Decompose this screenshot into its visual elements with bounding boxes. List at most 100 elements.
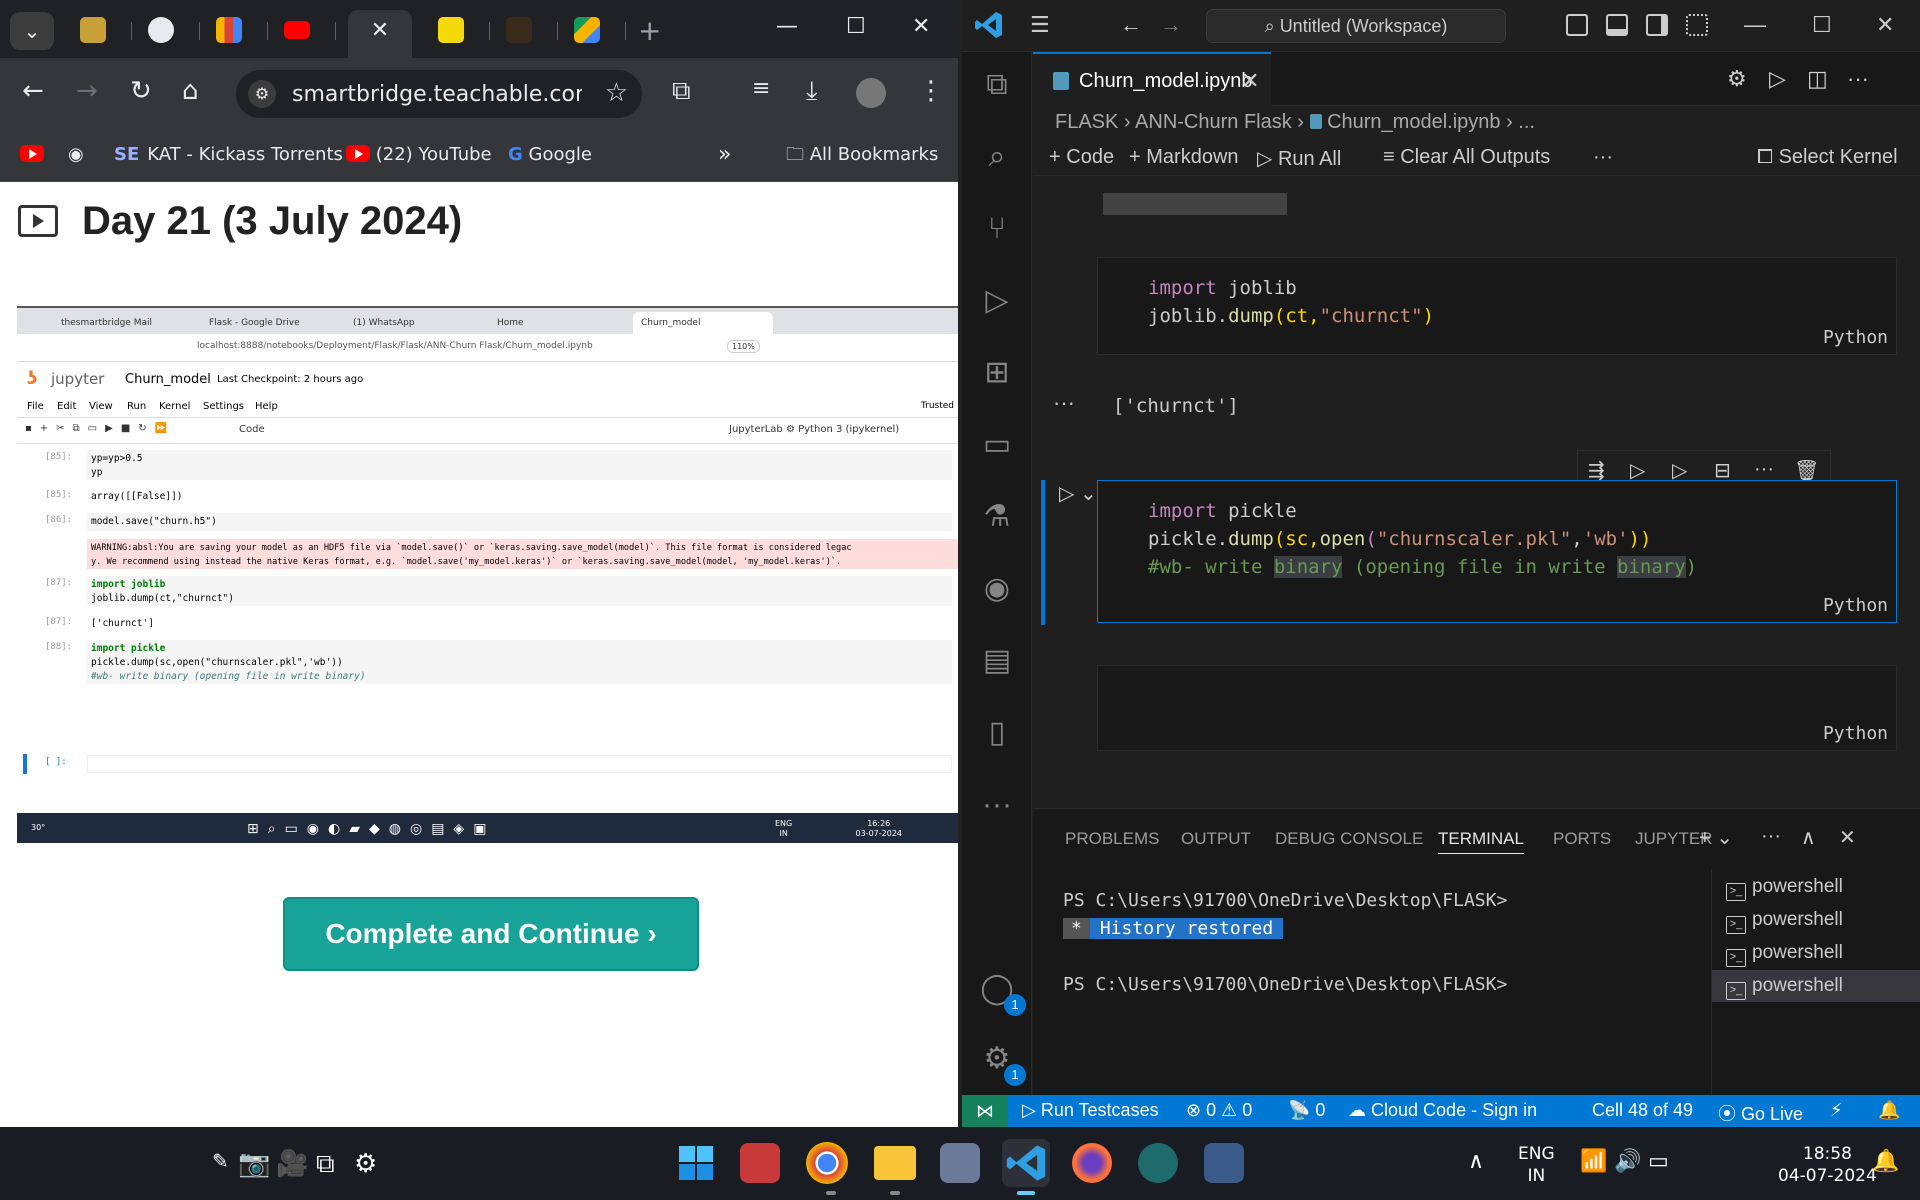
- github-icon[interactable]: ◉: [976, 568, 1018, 610]
- extensions-icon[interactable]: ⧉: [672, 76, 691, 107]
- cell-language[interactable]: Python: [1823, 723, 1888, 744]
- forward-icon[interactable]: →: [1160, 12, 1182, 38]
- split-editor-icon[interactable]: ◫: [1807, 66, 1828, 92]
- breadcrumb-item[interactable]: FLASK: [1055, 111, 1118, 133]
- no-plug-icon[interactable]: ⚡: [1830, 1100, 1843, 1121]
- remote-indicator-icon[interactable]: ⋈: [962, 1095, 1008, 1127]
- output-more-icon[interactable]: ···: [1053, 390, 1075, 416]
- testing-icon[interactable]: ⚗: [976, 496, 1018, 538]
- horizontal-scrollbar[interactable]: [1085, 193, 1909, 215]
- terminal-item-active[interactable]: >_ powershell: [1712, 970, 1920, 1002]
- home-button[interactable]: ⌂: [182, 76, 199, 106]
- tab-problems[interactable]: PROBLEMS: [1065, 829, 1159, 849]
- start-button[interactable]: [672, 1139, 720, 1187]
- chrome-taskbar-icon[interactable]: [806, 1142, 848, 1184]
- browser-tab-2[interactable]: [136, 12, 200, 48]
- forward-button[interactable]: →: [76, 76, 98, 106]
- close-window-button[interactable]: ✕: [1876, 12, 1894, 38]
- terminal-item[interactable]: >_ powershell: [1712, 904, 1920, 936]
- settings-gear-icon[interactable]: ⚙: [354, 1149, 377, 1179]
- minimize-button[interactable]: —: [776, 14, 798, 39]
- terminal-item[interactable]: >_ powershell: [1712, 871, 1920, 903]
- cell-language[interactable]: Python: [1823, 595, 1888, 616]
- add-code-cell-button[interactable]: + Code: [1049, 146, 1114, 169]
- browser-tab-3[interactable]: [204, 12, 268, 48]
- browser-tab-8[interactable]: [562, 12, 626, 48]
- wifi-icon[interactable]: 📶: [1580, 1149, 1607, 1174]
- firefox-icon[interactable]: [1072, 1143, 1112, 1183]
- complete-and-continue-button[interactable]: Complete and Continue ›: [283, 897, 699, 971]
- tab-search-button[interactable]: ⌄: [10, 12, 54, 50]
- tab-output[interactable]: OUTPUT: [1181, 829, 1251, 849]
- breadcrumb-item[interactable]: ...: [1518, 111, 1535, 133]
- volume-icon[interactable]: 🔊: [1614, 1149, 1641, 1174]
- breadcrumb-item[interactable]: ANN-Churn Flask: [1135, 111, 1292, 133]
- jupyter-icon[interactable]: ▤: [976, 640, 1018, 682]
- all-bookmarks[interactable]: 🗀 All Bookmarks: [786, 140, 938, 170]
- tab-ports[interactable]: PORTS: [1553, 829, 1611, 849]
- more-cell-actions-icon[interactable]: ···: [1754, 458, 1774, 481]
- notification-bell-icon[interactable]: 🔔: [1872, 1149, 1899, 1174]
- run-notebook-icon[interactable]: ▷: [1769, 66, 1786, 92]
- more-views-icon[interactable]: ···: [976, 784, 1018, 826]
- file-explorer-icon[interactable]: [874, 1146, 916, 1180]
- back-icon[interactable]: ←: [1120, 12, 1142, 38]
- search-icon[interactable]: ⌕: [976, 136, 1018, 178]
- bookmark-youtube-icon-only[interactable]: [20, 140, 44, 170]
- notebook-settings-icon[interactable]: ⚙: [1727, 66, 1747, 92]
- app-icon-7[interactable]: [1138, 1143, 1178, 1183]
- extensions-icon[interactable]: ⊞: [976, 352, 1018, 394]
- explorer-icon[interactable]: ⧉: [976, 64, 1018, 106]
- windows-switcher-icon[interactable]: ⧉: [316, 1149, 335, 1180]
- remote-explorer-icon[interactable]: ▭: [976, 424, 1018, 466]
- notifications-bell-icon[interactable]: 🔔: [1878, 1100, 1900, 1121]
- add-markdown-cell-button[interactable]: + Markdown: [1129, 146, 1239, 169]
- bookmark-star-icon[interactable]: ☆: [605, 78, 628, 108]
- go-live-button[interactable]: ⦿ Go Live: [1718, 1100, 1803, 1126]
- tab-debug-console[interactable]: DEBUG CONSOLE: [1275, 829, 1423, 849]
- manage-gear-icon[interactable]: ⚙ 1: [976, 1038, 1026, 1086]
- maximize-button[interactable]: ☐: [1812, 12, 1832, 38]
- new-tab-button[interactable]: +: [638, 14, 661, 47]
- scrollbar-thumb[interactable]: [1103, 193, 1287, 215]
- editor-tab-churn-model[interactable]: Churn_model.ipynb ✕: [1033, 52, 1271, 106]
- close-tab-icon[interactable]: ✕: [348, 18, 412, 43]
- media-control-icon[interactable]: ≡: [752, 76, 770, 101]
- toggle-primary-sidebar-icon[interactable]: [1566, 14, 1588, 36]
- language-indicator[interactable]: ENG IN: [1518, 1143, 1555, 1187]
- reload-button[interactable]: ↻: [130, 76, 152, 106]
- clear-all-outputs-button[interactable]: ≡ Clear All Outputs: [1383, 146, 1550, 169]
- new-terminal-icon[interactable]: + ⌄: [1699, 825, 1733, 850]
- toggle-panel-icon[interactable]: [1606, 14, 1628, 36]
- app-icon-1[interactable]: [740, 1143, 780, 1183]
- clock[interactable]: 18:58 04-07-2024: [1778, 1143, 1877, 1187]
- camera-icon[interactable]: 📷: [238, 1149, 270, 1179]
- browser-tab-active[interactable]: ✕: [348, 10, 412, 58]
- bookmarks-overflow-button[interactable]: »: [718, 140, 731, 170]
- panel-more-icon[interactable]: ···: [1761, 825, 1781, 848]
- customize-layout-icon[interactable]: [1686, 14, 1708, 36]
- browser-tab-6[interactable]: [426, 12, 490, 48]
- problems-status[interactable]: ⊗ 0 ⚠ 0: [1186, 1100, 1252, 1121]
- terminal-item[interactable]: >_ powershell: [1712, 937, 1920, 969]
- bookmark-globe[interactable]: ◉: [68, 140, 84, 170]
- site-info-icon[interactable]: ⚙: [248, 80, 276, 108]
- code-cell-pickle[interactable]: import pickle pickle.dump(sc,open("churn…: [1097, 480, 1897, 623]
- browser-tab-4[interactable]: [272, 12, 336, 48]
- more-actions-icon[interactable]: ···: [1847, 66, 1869, 92]
- bookmark-kat[interactable]: SE KAT - Kickass Torrents: [114, 140, 343, 170]
- browser-tab-1[interactable]: [68, 12, 132, 48]
- bookmark-icon[interactable]: ▯: [976, 712, 1018, 754]
- command-center-search[interactable]: ⌕ Untitled (Workspace): [1206, 9, 1506, 43]
- vscode-taskbar-icon[interactable]: [1002, 1139, 1050, 1187]
- battery-icon[interactable]: ▭: [1648, 1149, 1669, 1174]
- cloud-code-status[interactable]: ☁ Cloud Code - Sign in: [1348, 1100, 1537, 1121]
- run-debug-icon[interactable]: ▷: [976, 280, 1018, 322]
- toggle-secondary-sidebar-icon[interactable]: [1646, 14, 1668, 36]
- tab-terminal[interactable]: TERMINAL: [1438, 829, 1524, 854]
- run-testcases-button[interactable]: ▷ Run Testcases: [1022, 1100, 1159, 1121]
- video-camera-icon[interactable]: 🎥: [276, 1149, 308, 1179]
- chrome-menu-icon[interactable]: ⋮: [918, 76, 944, 106]
- source-control-icon[interactable]: ⑂: [976, 208, 1018, 250]
- accounts-icon[interactable]: ◯ 1: [976, 968, 1026, 1016]
